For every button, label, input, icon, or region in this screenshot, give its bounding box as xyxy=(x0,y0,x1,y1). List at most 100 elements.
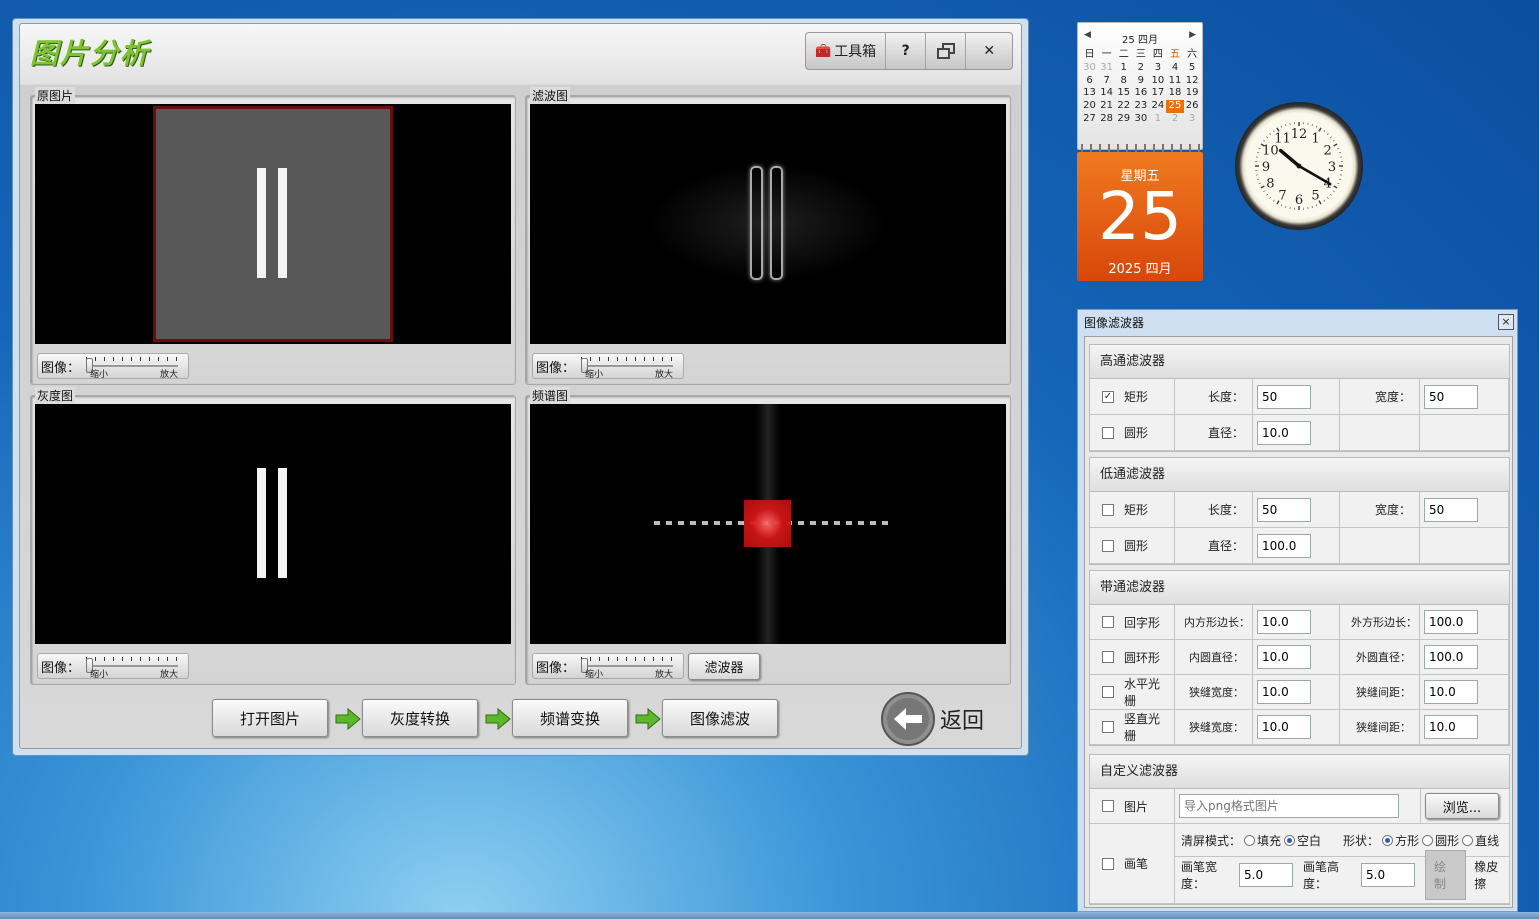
png-import-input[interactable] xyxy=(1179,794,1399,818)
day-cell[interactable]: 25 xyxy=(1166,100,1184,113)
day-cell[interactable]: 10 xyxy=(1149,75,1166,88)
help-button[interactable]: ? xyxy=(886,33,927,69)
circle-ring-outer-input[interactable] xyxy=(1424,645,1478,669)
toolbox-button[interactable]: 🧰 工具箱 xyxy=(806,33,887,69)
image-filter-button[interactable]: 图像滤波 xyxy=(662,699,778,737)
grayscale-button[interactable]: 灰度转换 xyxy=(362,699,478,737)
circle-ring-checkbox[interactable] xyxy=(1102,651,1114,663)
clock-tick xyxy=(1269,133,1272,135)
day-cell[interactable]: 9 xyxy=(1132,75,1149,88)
day-cell[interactable]: 8 xyxy=(1115,75,1132,88)
v-grating-gap-input[interactable] xyxy=(1424,715,1478,739)
highpass-rect-checkbox[interactable]: ✓ xyxy=(1102,390,1114,403)
square-ring-inner-input[interactable] xyxy=(1257,610,1311,634)
grayscale-image-view[interactable] xyxy=(35,404,511,644)
day-cell[interactable]: 5 xyxy=(1184,62,1201,75)
day-cell[interactable]: 13 xyxy=(1081,87,1098,100)
circle-ring-inner-input[interactable] xyxy=(1257,645,1311,669)
day-cell[interactable]: 26 xyxy=(1184,100,1201,113)
h-grating-gap-input[interactable] xyxy=(1424,680,1478,704)
square-ring-outer-input[interactable] xyxy=(1424,610,1478,634)
day-cell[interactable]: 30 xyxy=(1081,62,1098,75)
day-cell[interactable]: 30 xyxy=(1132,113,1149,126)
day-cell[interactable]: 19 xyxy=(1184,87,1201,100)
day-cell[interactable]: 21 xyxy=(1098,100,1115,113)
zoom-slider[interactable]: 图像： 缩小 放大 xyxy=(532,353,684,380)
highpass-circle-checkbox[interactable] xyxy=(1102,426,1114,439)
day-cell[interactable]: 2 xyxy=(1166,113,1183,126)
highpass-length-input[interactable] xyxy=(1257,384,1311,409)
custom-image-checkbox[interactable] xyxy=(1102,800,1114,812)
restore-button[interactable] xyxy=(926,33,967,69)
day-cell[interactable]: 22 xyxy=(1115,100,1132,113)
day-cell[interactable]: 28 xyxy=(1098,113,1115,126)
lowpass-width-input[interactable] xyxy=(1424,497,1478,522)
day-cell[interactable]: 7 xyxy=(1098,75,1115,88)
zoom-slider[interactable]: 图像： 缩小 放大 xyxy=(532,653,684,680)
highpass-diameter-input[interactable] xyxy=(1257,420,1311,445)
round-radio[interactable] xyxy=(1422,834,1434,846)
filtered-image-view[interactable] xyxy=(530,104,1006,344)
draw-button[interactable]: 绘制 xyxy=(1425,850,1467,900)
day-cell[interactable]: 29 xyxy=(1115,113,1132,126)
back-button[interactable]: 返回 xyxy=(880,691,984,747)
day-cell[interactable]: 15 xyxy=(1115,87,1132,100)
clock-tick xyxy=(1266,193,1268,196)
blank-radio[interactable] xyxy=(1284,834,1296,846)
brush-height-input[interactable] xyxy=(1361,863,1415,887)
zoom-slider[interactable]: 图像： 缩小 放大 xyxy=(37,653,189,680)
spectrum-transform-button[interactable]: 频谱变换 xyxy=(512,699,628,737)
original-image-view[interactable] xyxy=(35,104,511,344)
lowpass-rect-checkbox[interactable] xyxy=(1102,503,1114,516)
day-cell[interactable]: 24 xyxy=(1149,100,1166,113)
day-cell[interactable]: 2 xyxy=(1132,62,1149,75)
v-grating-checkbox[interactable] xyxy=(1102,721,1114,733)
lowpass-circle-checkbox[interactable] xyxy=(1102,539,1114,552)
day-cell[interactable]: 12 xyxy=(1184,75,1201,88)
day-cell[interactable]: 31 xyxy=(1098,62,1115,75)
v-grating-slit-input[interactable] xyxy=(1257,715,1311,739)
line-radio[interactable] xyxy=(1462,834,1474,846)
lowpass-diameter-input[interactable] xyxy=(1257,533,1311,558)
close-button[interactable]: ✕ xyxy=(966,33,1012,69)
square-radio[interactable] xyxy=(1382,834,1394,846)
zoom-slider[interactable]: 图像： 缩小 放大 xyxy=(37,353,189,380)
day-cell[interactable]: 18 xyxy=(1166,87,1183,100)
day-cell[interactable]: 23 xyxy=(1132,100,1149,113)
clock-numeral: 1 xyxy=(1311,131,1319,146)
filter-button[interactable]: 滤波器 xyxy=(688,653,760,680)
day-cell[interactable]: 3 xyxy=(1184,113,1201,126)
next-month-icon[interactable]: ▶ xyxy=(1189,30,1196,40)
filter-window-close-button[interactable]: × xyxy=(1498,314,1514,330)
day-cell[interactable]: 17 xyxy=(1149,87,1166,100)
option-label: 矩形 xyxy=(1124,390,1149,404)
day-cell[interactable]: 16 xyxy=(1132,87,1149,100)
slider-track[interactable]: 缩小 放大 xyxy=(84,354,182,380)
slider-track[interactable]: 缩小 放大 xyxy=(579,654,677,680)
fill-radio[interactable] xyxy=(1244,834,1256,846)
day-cell[interactable]: 1 xyxy=(1115,62,1132,75)
slider-track[interactable]: 缩小 放大 xyxy=(579,354,677,380)
spectrum-image-view[interactable] xyxy=(530,404,1006,644)
highpass-width-input[interactable] xyxy=(1424,384,1478,409)
day-cell[interactable]: 6 xyxy=(1081,75,1098,88)
day-cell[interactable]: 27 xyxy=(1081,113,1098,126)
brush-checkbox[interactable] xyxy=(1102,857,1114,870)
slider-track[interactable]: 缩小 放大 xyxy=(84,654,182,680)
h-grating-slit-input[interactable] xyxy=(1257,680,1311,704)
day-cell[interactable]: 11 xyxy=(1166,75,1183,88)
clock-numeral: 5 xyxy=(1311,189,1319,204)
day-cell[interactable]: 1 xyxy=(1149,113,1166,126)
day-cell[interactable]: 3 xyxy=(1149,62,1166,75)
browse-button[interactable]: 浏览... xyxy=(1425,793,1499,819)
option-label: 圆环形 xyxy=(1124,650,1161,665)
h-grating-checkbox[interactable] xyxy=(1102,686,1114,698)
brush-width-input[interactable] xyxy=(1239,863,1293,887)
open-image-button[interactable]: 打开图片 xyxy=(212,699,328,737)
eraser-button[interactable]: 橡皮擦 xyxy=(1474,858,1509,892)
day-cell[interactable]: 14 xyxy=(1098,87,1115,100)
square-ring-checkbox[interactable] xyxy=(1102,616,1114,628)
lowpass-length-input[interactable] xyxy=(1257,497,1311,522)
day-cell[interactable]: 20 xyxy=(1081,100,1098,113)
day-cell[interactable]: 4 xyxy=(1166,62,1183,75)
